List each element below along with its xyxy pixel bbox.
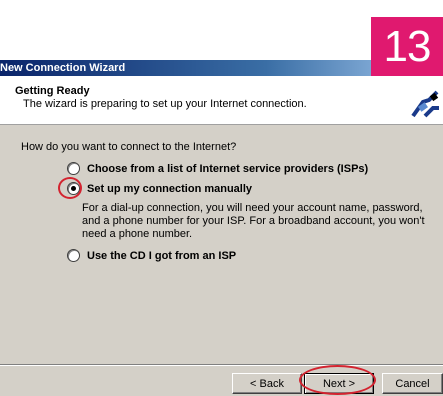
annotation-circle-next — [299, 365, 376, 395]
option-choose-isp-list[interactable]: Choose from a list of Internet service p… — [67, 162, 368, 175]
option-choose-isp-list-label: Choose from a list of Internet service p… — [87, 162, 369, 175]
wizard-footer: < Back Next > Cancel — [0, 365, 443, 396]
wizard-header: Getting Ready The wizard is preparing to… — [0, 76, 443, 125]
manual-setup-description: For a dial-up connection, you will need … — [82, 202, 425, 240]
option-setup-manually-label: Set up my connection manually — [87, 182, 253, 195]
annotation-circle-radio — [58, 177, 82, 199]
option-use-isp-cd[interactable]: Use the CD I got from an ISP — [67, 249, 236, 262]
header-subtitle: The wizard is preparing to set up your I… — [23, 98, 307, 110]
back-button[interactable]: < Back — [232, 373, 302, 394]
header-title: Getting Ready — [15, 85, 90, 97]
radio-choose-isp-list[interactable] — [67, 162, 80, 175]
wizard-body: How do you want to connect to the Intern… — [0, 125, 443, 365]
radio-use-isp-cd[interactable] — [67, 249, 80, 262]
option-use-isp-cd-label: Use the CD I got from an ISP — [87, 249, 237, 262]
option-setup-manually[interactable]: Set up my connection manually — [67, 182, 252, 195]
step-number-badge: 13 — [371, 17, 443, 76]
window-title: New Connection Wizard — [0, 62, 126, 74]
connection-question: How do you want to connect to the Intern… — [21, 141, 237, 153]
network-cable-icon — [411, 90, 443, 122]
cancel-button[interactable]: Cancel — [382, 373, 443, 394]
